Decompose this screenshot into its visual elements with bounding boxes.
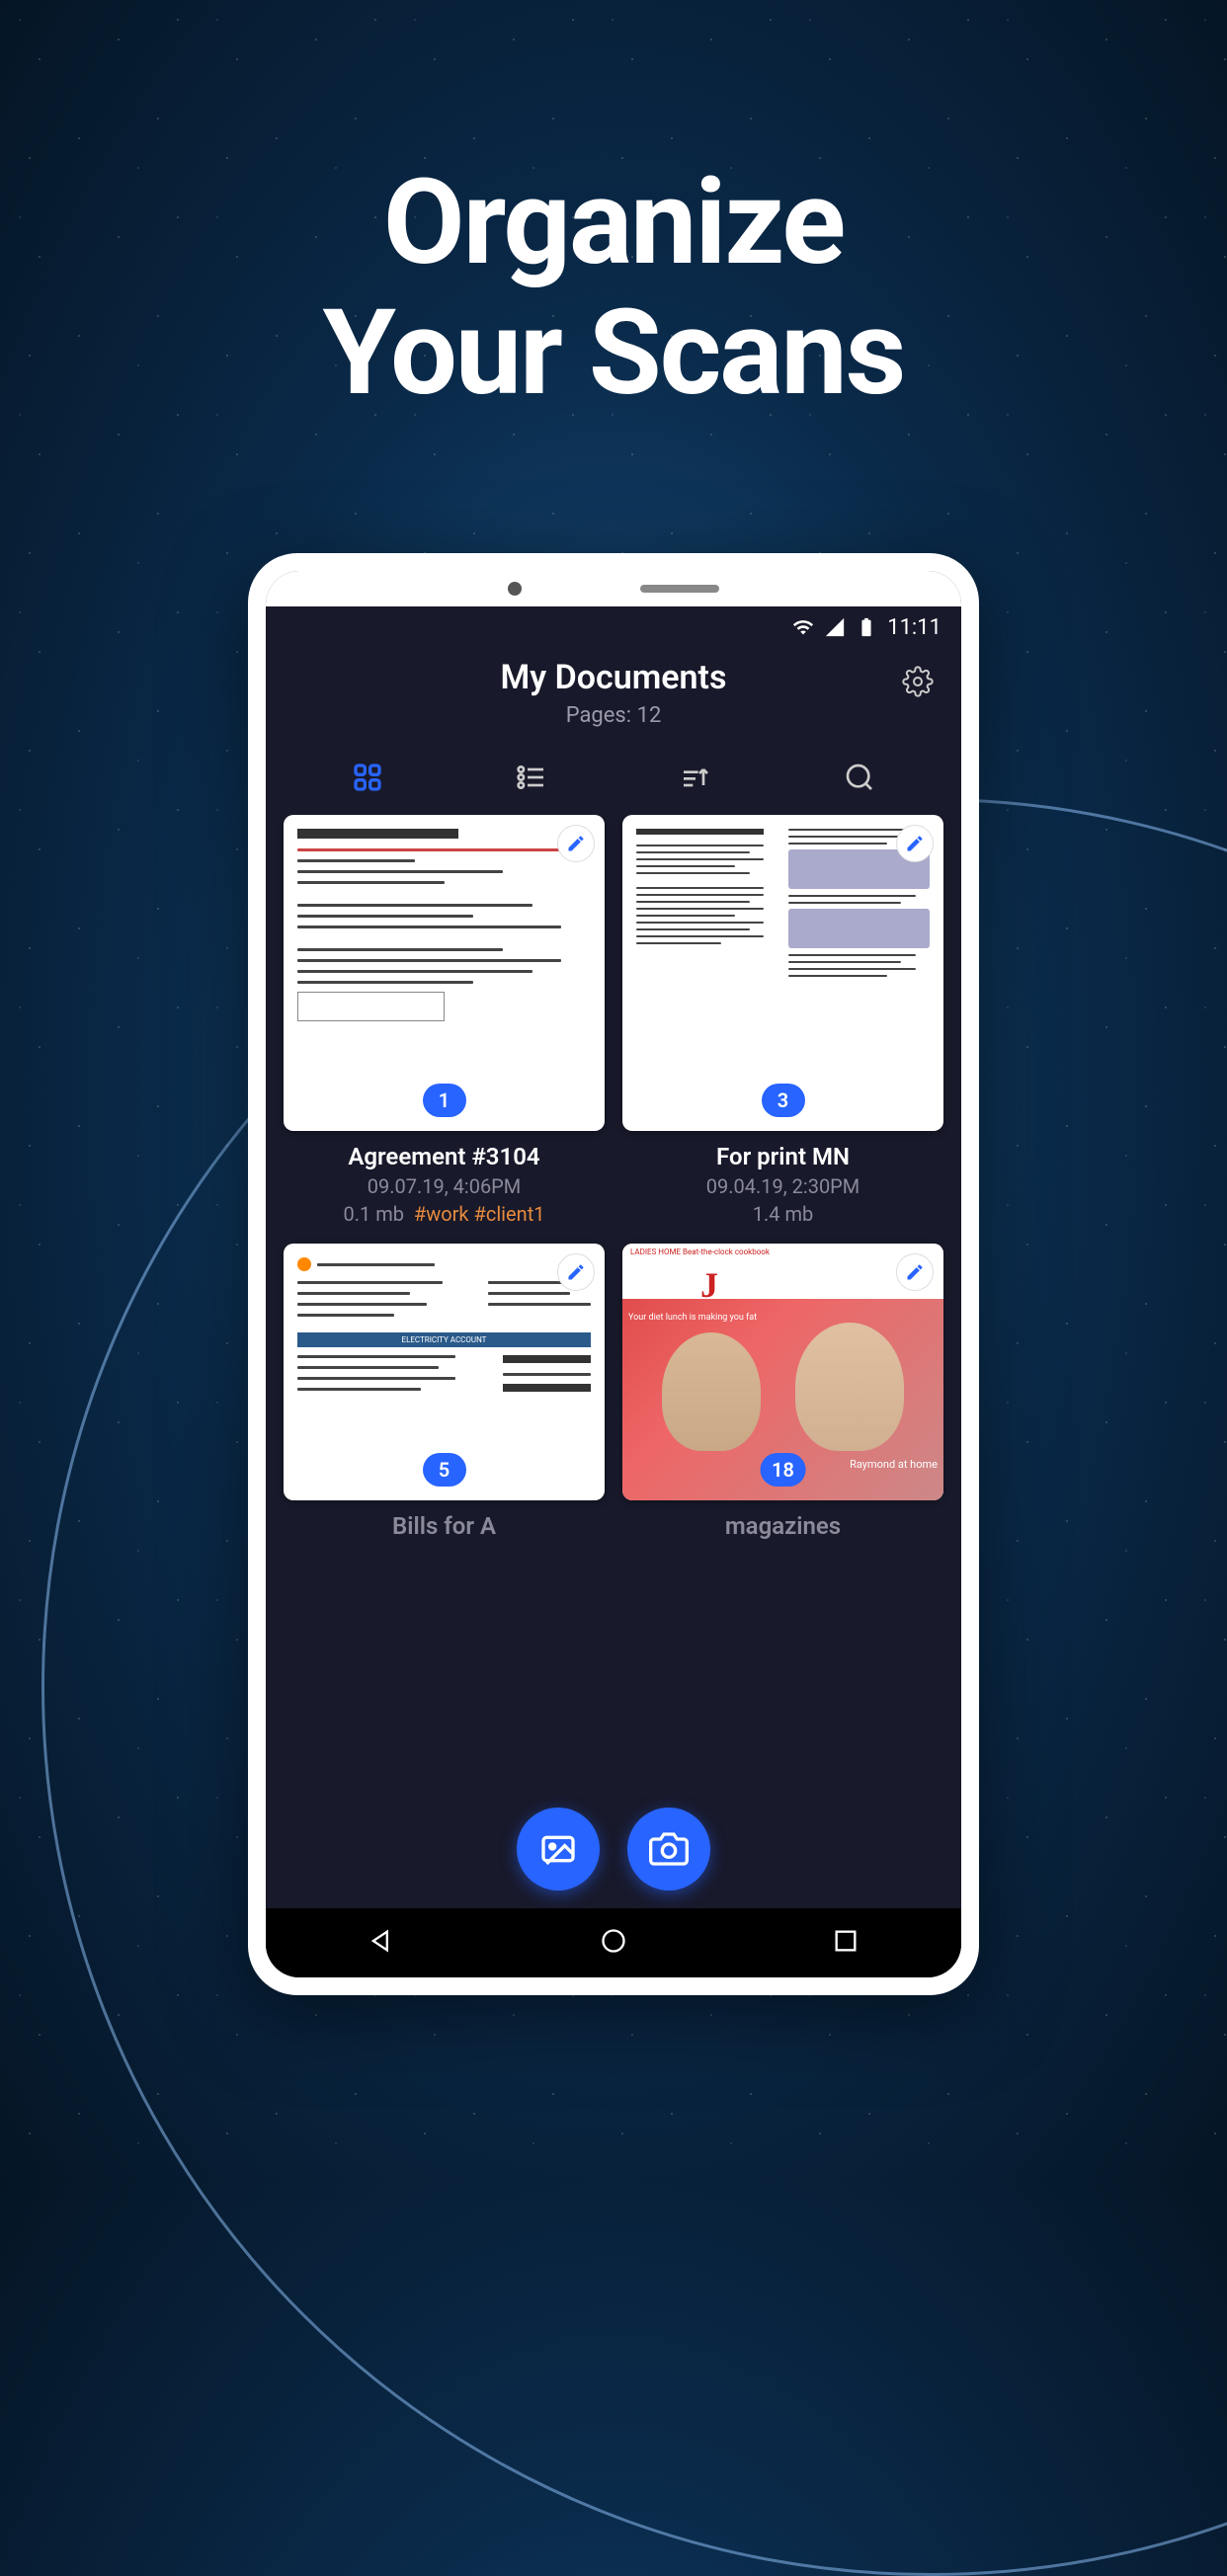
document-meta: 0.1 mb #work #client1 <box>284 1202 605 1226</box>
triangle-back-icon <box>368 1927 395 1955</box>
sort-button[interactable] <box>678 760 713 795</box>
page-count-badge: 3 <box>762 1084 805 1117</box>
promo-headline: Organize Your Scans <box>0 158 1227 419</box>
edit-button[interactable] <box>557 1253 595 1291</box>
documents-grid: 1 Agreement #3104 09.07.19, 4:06PM 0.1 m… <box>266 815 961 1908</box>
document-card[interactable]: ELECTRICITY ACCOUNT <box>284 1244 605 1540</box>
document-title: magazines <box>622 1512 943 1540</box>
edit-button[interactable] <box>557 825 595 862</box>
page-subtitle: Pages: 12 <box>286 703 941 728</box>
pencil-icon <box>905 1262 925 1282</box>
status-time: 11:11 <box>887 615 941 640</box>
list-icon <box>516 762 547 793</box>
grid-icon <box>352 762 383 793</box>
edit-button[interactable] <box>896 825 934 862</box>
search-icon <box>844 762 875 793</box>
page-title: My Documents <box>286 658 941 697</box>
signal-icon <box>824 616 846 638</box>
camera-scan-button[interactable] <box>627 1808 710 1891</box>
document-title: Bills for A <box>284 1512 605 1540</box>
camera-icon <box>649 1829 689 1869</box>
page-count-badge: 18 <box>760 1453 806 1487</box>
search-button[interactable] <box>842 760 877 795</box>
document-date: 09.04.19, 2:30PM <box>622 1174 943 1198</box>
edit-button[interactable] <box>896 1253 934 1291</box>
status-bar: 11:11 <box>266 606 961 648</box>
page-count-badge: 1 <box>423 1084 466 1117</box>
gear-icon <box>902 666 934 697</box>
document-title: For print MN <box>622 1143 943 1170</box>
back-button[interactable] <box>368 1927 395 1959</box>
android-nav-bar <box>266 1908 961 1977</box>
view-toolbar <box>266 746 961 815</box>
document-card[interactable]: 1 Agreement #3104 09.07.19, 4:06PM 0.1 m… <box>284 815 605 1226</box>
document-meta: 1.4 mb <box>622 1202 943 1226</box>
document-card[interactable]: 3 For print MN 09.04.19, 2:30PM 1.4 mb <box>622 815 943 1226</box>
square-recents-icon <box>832 1927 859 1955</box>
document-date: 09.07.19, 4:06PM <box>284 1174 605 1198</box>
document-thumbnail[interactable]: ELECTRICITY ACCOUNT <box>284 1244 605 1500</box>
import-image-button[interactable] <box>517 1808 600 1891</box>
settings-button[interactable] <box>902 666 934 697</box>
recents-button[interactable] <box>832 1927 859 1959</box>
document-thumbnail[interactable]: LADIES HOME Beat-the-clock cookbook JOUR… <box>622 1244 943 1500</box>
pencil-icon <box>566 834 586 853</box>
grid-view-button[interactable] <box>350 760 385 795</box>
list-view-button[interactable] <box>514 760 549 795</box>
sort-icon <box>680 762 711 793</box>
circle-home-icon <box>600 1927 627 1955</box>
document-title: Agreement #3104 <box>284 1143 605 1170</box>
phone-notch <box>266 571 961 606</box>
home-button[interactable] <box>600 1927 627 1959</box>
image-icon <box>538 1829 578 1869</box>
wifi-icon <box>792 616 814 638</box>
app-header: My Documents Pages: 12 <box>266 648 961 746</box>
phone-frame: 11:11 My Documents Pages: 12 <box>248 553 979 1995</box>
pencil-icon <box>566 1262 586 1282</box>
pencil-icon <box>905 834 925 853</box>
magazine-masthead: JOURNAL <box>700 1264 865 1306</box>
document-thumbnail[interactable]: 3 <box>622 815 943 1131</box>
page-count-badge: 5 <box>423 1453 466 1487</box>
document-card[interactable]: LADIES HOME Beat-the-clock cookbook JOUR… <box>622 1244 943 1540</box>
document-thumbnail[interactable]: 1 <box>284 815 605 1131</box>
battery-icon <box>856 616 877 638</box>
